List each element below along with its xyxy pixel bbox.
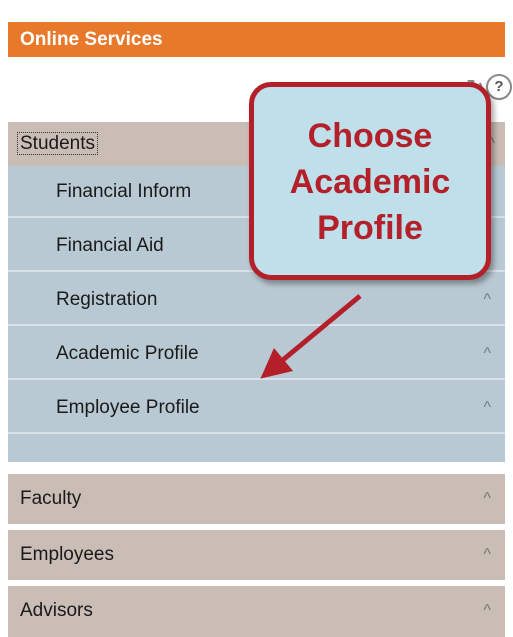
callout-line: Academic bbox=[289, 163, 451, 201]
sidebar-item-advisors[interactable]: Advisors ^ bbox=[8, 586, 505, 637]
chevron-up-icon[interactable]: ^ bbox=[483, 274, 491, 326]
sidebar-item-faculty[interactable]: Faculty ^ bbox=[8, 474, 505, 524]
chevron-up-icon[interactable]: ^ bbox=[483, 328, 491, 380]
sidebar-item-label: Financial Inform bbox=[56, 181, 192, 202]
sidebar-item-label: Financial Aid bbox=[56, 235, 164, 256]
sidebar-item-label: Academic Profile bbox=[56, 343, 199, 364]
annotation-callout: Choose Academic Profile bbox=[249, 82, 491, 280]
sidebar-item-academic-profile[interactable]: Academic Profile ^ bbox=[8, 328, 505, 380]
sidebar-item-label: Employees bbox=[20, 544, 114, 565]
sidebar-item-employees[interactable]: Employees ^ bbox=[8, 530, 505, 580]
sidebar-item-label: Registration bbox=[56, 289, 158, 310]
chevron-up-icon[interactable]: ^ bbox=[483, 530, 491, 580]
chevron-up-icon[interactable]: ^ bbox=[483, 586, 491, 636]
sidebar-item-label: Faculty bbox=[20, 488, 82, 509]
header-title: Online Services bbox=[20, 29, 163, 50]
chevron-up-icon[interactable]: ^ bbox=[483, 474, 491, 524]
online-services-header: Online Services bbox=[8, 22, 505, 57]
students-label: Students bbox=[17, 132, 98, 155]
sidebar-item-registration[interactable]: Registration ^ bbox=[8, 274, 505, 326]
divider bbox=[8, 462, 505, 474]
sidebar-item-label: Employee Profile bbox=[56, 397, 200, 418]
callout-line: Choose bbox=[307, 117, 433, 155]
sidebar-item-label: Advisors bbox=[20, 600, 93, 621]
callout-line: Profile bbox=[317, 209, 423, 247]
chevron-up-icon[interactable]: ^ bbox=[483, 382, 491, 434]
sidebar-item-employee-profile[interactable]: Employee Profile ^ bbox=[8, 382, 505, 434]
help-icon[interactable]: ? bbox=[486, 74, 512, 100]
